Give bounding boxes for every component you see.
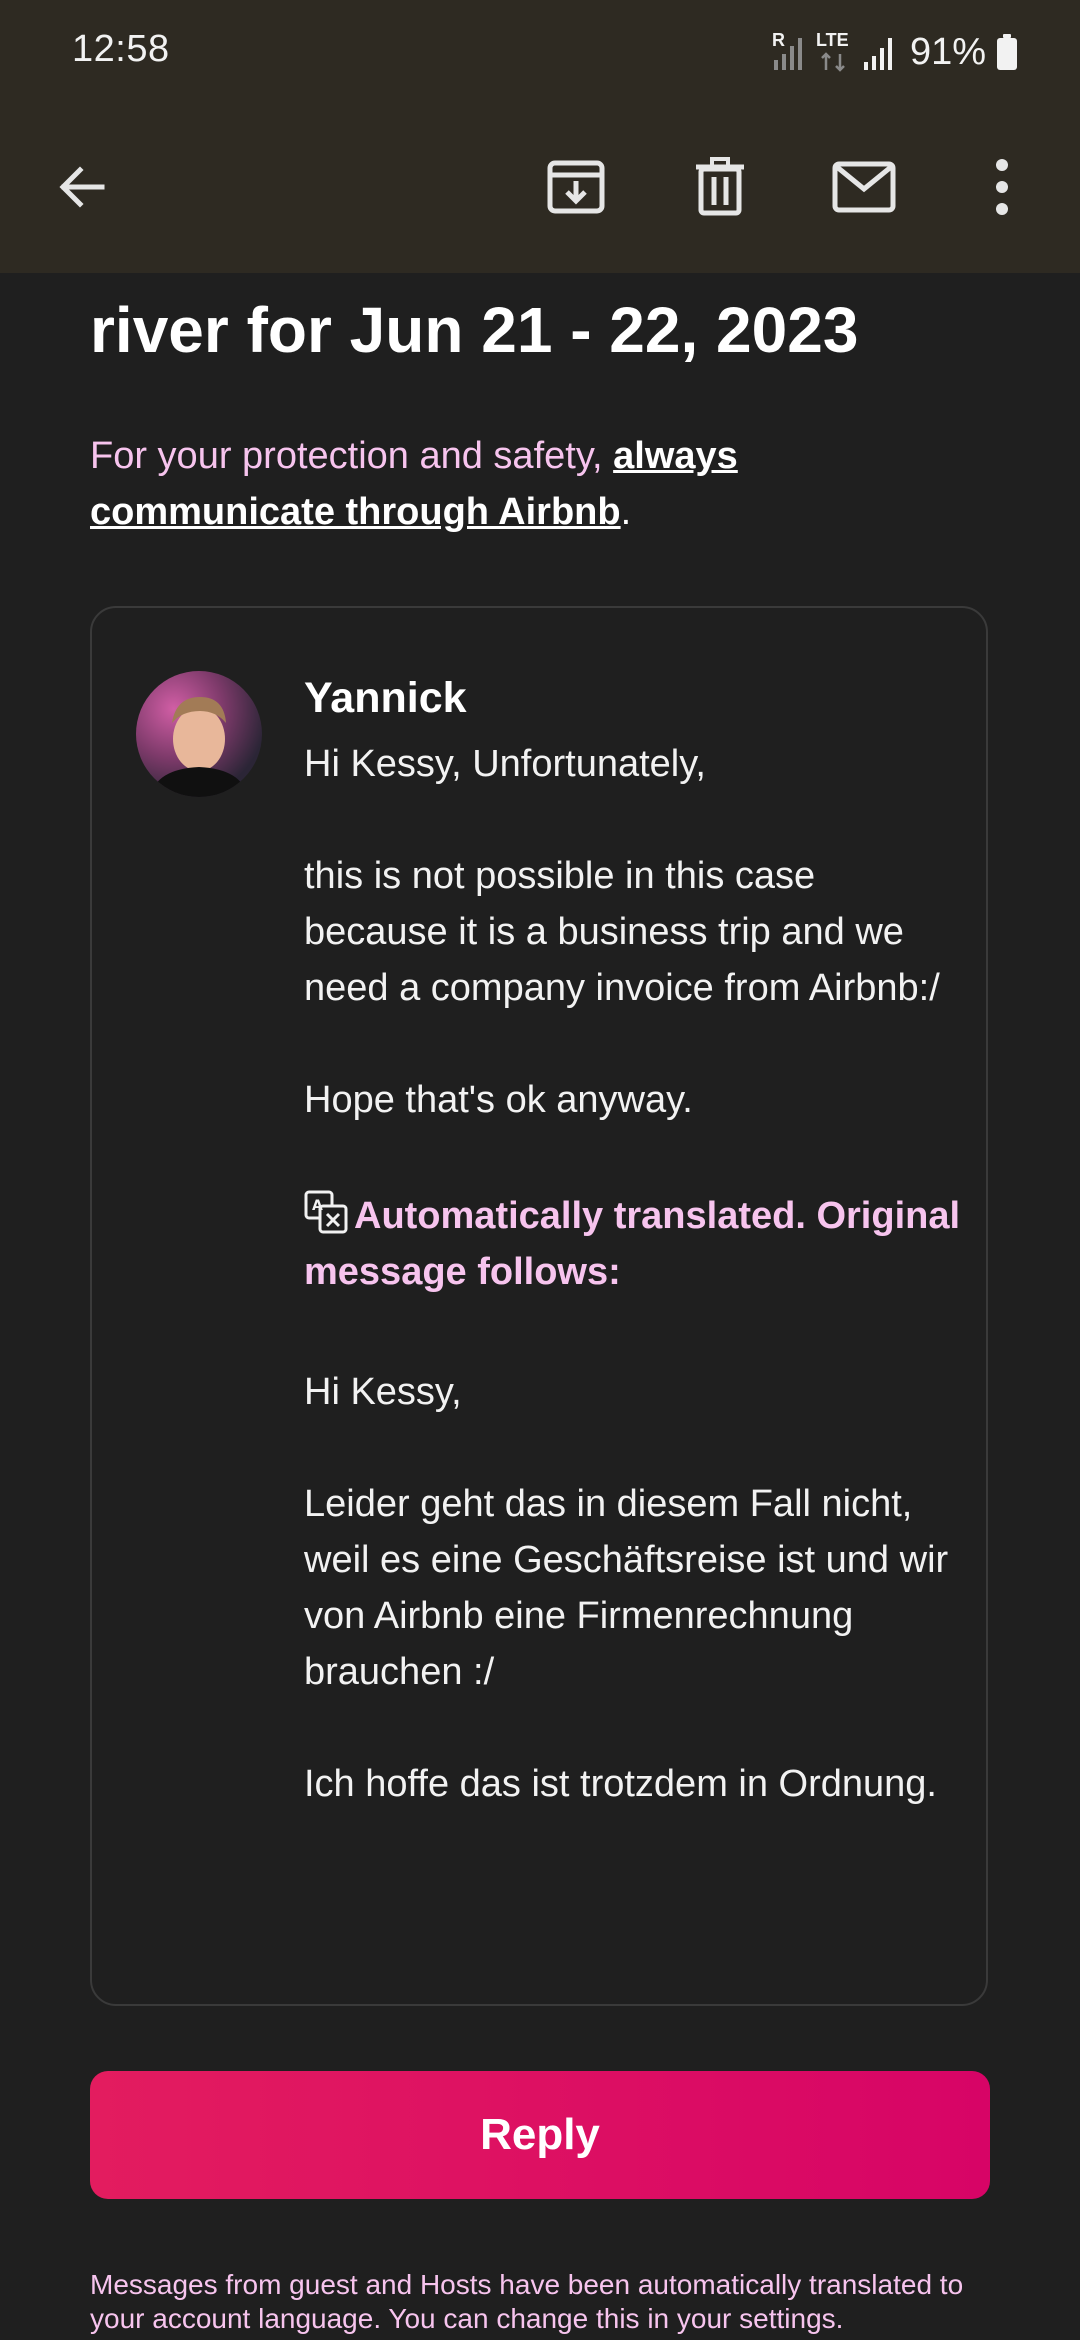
more-options-button[interactable] — [960, 145, 1044, 229]
cell-signal-icon — [863, 38, 892, 70]
translation-notice-text: Automatically translated. Original messa… — [304, 1195, 961, 1293]
status-icons: R LTE 91% — [772, 28, 1018, 76]
status-time: 12:58 — [72, 28, 170, 70]
message-paragraph: this is not possible in this case becaus… — [304, 855, 940, 1009]
email-content: river for Jun 21 - 22, 2023 For your pro… — [0, 273, 1080, 2340]
message-paragraph: Hope that's ok anyway. — [304, 1079, 693, 1121]
avatar — [136, 671, 262, 797]
trash-icon — [696, 157, 744, 216]
archive-button[interactable] — [534, 145, 618, 229]
mail-icon — [832, 161, 896, 213]
original-paragraph: Leider geht das in diesem Fall nicht, we… — [304, 1483, 949, 1693]
archive-icon — [547, 160, 605, 214]
roaming-label: R — [771, 30, 785, 50]
battery-icon — [997, 34, 1017, 70]
protection-notice: For your protection and safety, always c… — [90, 428, 990, 540]
message-paragraph: Hi Kessy, Unfortunately, — [304, 743, 706, 785]
back-icon — [59, 166, 105, 208]
protection-text: For your protection and safety, — [90, 435, 614, 477]
delete-button[interactable] — [678, 145, 762, 229]
status-bar: 12:58 R LTE 91% — [0, 0, 1080, 105]
translate-icon: A — [304, 1190, 348, 1234]
svg-text:A: A — [312, 1198, 323, 1214]
back-button[interactable] — [40, 145, 124, 229]
more-vert-icon — [996, 159, 1008, 215]
roaming-signal-icon: R — [771, 30, 806, 72]
protection-period: . — [620, 491, 632, 533]
message-card: Yannick Hi Kessy, Unfortunately, this is… — [90, 606, 988, 2006]
email-headline: river for Jun 21 - 22, 2023 — [90, 294, 859, 366]
email-toolbar — [0, 105, 1080, 273]
sender-name: Yannick — [304, 674, 467, 722]
translation-footnote: Messages from guest and Hosts have been … — [90, 2269, 964, 2334]
reply-button[interactable]: Reply — [90, 2071, 990, 2199]
original-paragraph: Ich hoffe das ist trotzdem in Ordnung. — [304, 1763, 937, 1805]
mark-unread-button[interactable] — [822, 145, 906, 229]
translation-notice: A Automatically translated. Original mes… — [304, 1188, 964, 1300]
message-body: Yannick Hi Kessy, Unfortunately, this is… — [304, 668, 964, 1812]
battery-percent: 91% — [909, 30, 986, 73]
original-paragraph: Hi Kessy, — [304, 1371, 462, 1413]
lte-icon: LTE — [816, 30, 852, 72]
